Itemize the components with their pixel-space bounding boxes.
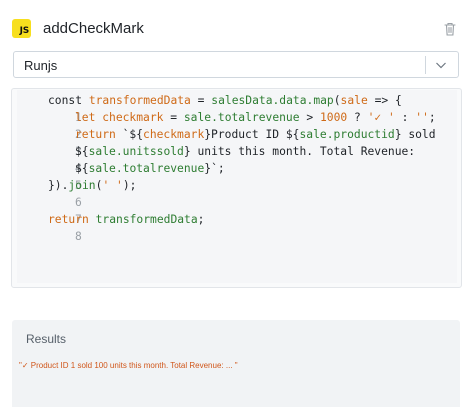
operator-token: = [170,111,178,124]
punctuation-token: ); [122,179,137,192]
number-token: 1000 [319,111,348,124]
results-panel: Results "✓ Product ID 1 sold 100 units t… [12,320,460,407]
punctuation-token: { [395,94,402,107]
variable-token: checkmark [143,128,205,141]
template-token: ${ [75,162,89,175]
punctuation-token: ( [333,94,341,107]
chevron-down-icon[interactable] [435,60,447,70]
identifier-token: salesData.data. [211,94,314,107]
punctuation-token: . [211,111,218,124]
code-line: 6 }).join(' '); [17,177,136,209]
variable-token: transformedData [88,94,191,107]
operator-token: = [197,94,205,107]
code-line: 7 [17,194,82,226]
code-line: 1 const transformedData = salesData.data… [17,92,402,124]
keyword-token: let [75,111,96,124]
string-token: '' [415,111,429,124]
function-token: join [68,179,96,192]
runner-select[interactable]: Runjs [13,51,459,78]
keyword-token: const [48,94,83,107]
template-token: ${ [75,145,89,158]
string-token: ' ' [102,179,123,192]
template-token: }`; [204,162,225,175]
identifier-token: sale [299,128,327,141]
trash-icon[interactable] [443,21,457,37]
punctuation-token: . [326,128,334,141]
operator-token: : [401,111,409,124]
page-title: addCheckMark [43,20,144,37]
javascript-icon: JS [12,19,31,38]
template-token: } sold [394,128,436,141]
keyword-token: return [48,213,89,226]
identifier-token: transformedData [95,213,198,226]
template-token: }Product ID ${ [204,128,300,141]
param-token: sale [340,94,368,107]
operator-token: ? [354,111,361,124]
template-token: `${ [122,128,144,141]
property-token: productid [333,128,395,141]
code-line: 2 let checkmark = sale.totalrevenue > 10… [17,109,436,141]
runner-select-value: Runjs [24,58,58,73]
string-token: '✓ ' [367,111,395,124]
punctuation-token: . [115,145,123,158]
code-line: 3 return `${checkmark}Product ID ${sale.… [17,126,436,158]
code-line: 5 ${sale.totalrevenue}`; [17,160,225,192]
select-divider [425,56,426,74]
operator-token: > [306,111,314,124]
property-token: totalrevenue [217,111,300,124]
identifier-token: sale [88,162,116,175]
punctuation-token: ; [428,111,436,124]
results-title: Results [26,332,67,346]
variable-token: checkmark [102,111,164,124]
operator-token: => [374,94,389,107]
keyword-token: return [75,128,116,141]
line-number: 8 [75,230,82,243]
property-token: totalrevenue [122,162,205,175]
code-line: 8 return transformedData; [17,211,204,243]
code-area[interactable]: 1 const transformedData = salesData.data… [17,90,457,283]
identifier-token: sale [88,145,116,158]
results-output: "✓ Product ID 1 sold 100 units this mont… [19,361,238,370]
punctuation-token: ; [197,213,205,226]
function-token: map [313,94,334,107]
code-line: 4 ${sale.unitssold} units this month. To… [17,143,415,175]
header: JS addCheckMark [0,0,474,50]
property-token: unitssold [122,145,184,158]
identifier-token: sale [183,111,212,124]
punctuation-token: }). [48,179,69,192]
code-editor[interactable]: 1 const transformedData = salesData.data… [11,88,462,288]
template-token: } units this month. Total Revenue: [183,145,416,158]
punctuation-token: . [115,162,123,175]
